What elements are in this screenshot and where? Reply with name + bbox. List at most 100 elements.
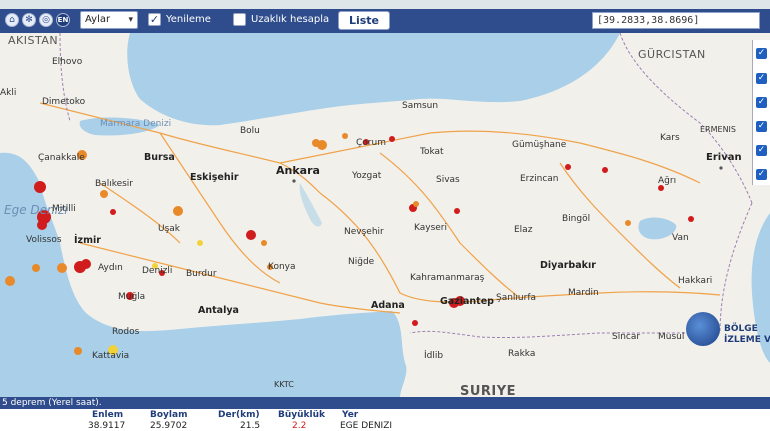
quake-marker[interactable] [37, 220, 47, 230]
place-label-akli: Akli [0, 88, 17, 98]
layer-checkbox[interactable]: ✓ [756, 73, 767, 84]
place-label-elaz: Elaz [514, 225, 533, 235]
cell-lon: 25.9702 [150, 421, 188, 431]
earthquake-list: 5 deprem (Yerel saat). Enlem Boylam Der(… [0, 397, 770, 431]
place-label-yozgat: Yozgat [352, 171, 382, 181]
quake-marker[interactable] [110, 209, 116, 215]
quake-marker[interactable] [100, 190, 108, 198]
place-label-idlib: İdlib [424, 351, 444, 361]
chevron-down-icon: ▾ [128, 15, 133, 25]
place-label-tokat: Tokat [420, 147, 444, 157]
place-label-mitilli: Mitilli [52, 204, 76, 214]
sea-label-marmara: Marmara Denizi [100, 119, 172, 129]
place-label-denizli: Denizli [142, 266, 173, 276]
place-label-gaziantep: Gaziantep [440, 296, 494, 307]
layer-checkbox[interactable]: ✓ [756, 169, 767, 180]
place-label-kattavia: Kattavia [92, 351, 130, 361]
place-label-izmir: İzmir [74, 235, 101, 246]
column-header-loc[interactable]: Yer [342, 410, 358, 420]
distance-label: Uzaklık hesapla [251, 14, 330, 25]
quake-marker[interactable] [413, 201, 419, 207]
place-label-burdur: Burdur [186, 269, 217, 279]
layer-checkbox[interactable]: ✓ [756, 121, 767, 132]
place-label-mardin: Mardin [568, 288, 599, 298]
kandilli-logo [686, 312, 720, 346]
place-label-samsun: Samsun [402, 101, 439, 111]
country-label-akistan: AKISTAN [8, 34, 59, 47]
place-label-ermenis: ERMENIS [700, 125, 736, 134]
layer-checkbox[interactable]: ✓ [756, 145, 767, 156]
place-label-ankara: Ankara [276, 164, 320, 177]
column-header-depth[interactable]: Der(km) [218, 410, 260, 420]
refresh-label: Yenileme [166, 14, 211, 25]
layer-panel: ✓ ✓ ✓ ✓ ✓ ✓ [752, 40, 770, 185]
map-canvas [0, 33, 770, 398]
place-label-bingol: Bingöl [562, 214, 591, 224]
quake-marker[interactable] [688, 216, 694, 222]
quake-marker[interactable] [625, 220, 631, 226]
place-label-hakkari: Hakkari [678, 276, 713, 286]
logo-text-line2: İZLEME V [724, 335, 770, 345]
quake-marker[interactable] [602, 167, 608, 173]
place-label-aydin: Aydın [98, 263, 123, 273]
country-label-gurcistan: GÜRCISTAN [638, 48, 706, 61]
cell-depth: 21.5 [240, 421, 261, 431]
column-header-lat[interactable]: Enlem [92, 410, 123, 420]
place-label-adana: Adana [371, 300, 405, 311]
home-icon[interactable]: ⌂ [5, 13, 19, 27]
column-header-lon[interactable]: Boylam [150, 410, 187, 420]
layer-checkbox[interactable]: ✓ [756, 48, 767, 59]
place-label-kktc: KKTC [274, 380, 294, 389]
quake-marker[interactable] [173, 206, 183, 216]
place-label-gumushane: Gümüşhane [512, 140, 567, 150]
quake-marker[interactable] [246, 230, 256, 240]
earthquake-map[interactable]: AKISTAN GÜRCISTAN SURIYE Marmara Denizi … [0, 33, 770, 398]
place-label-sanliurfa: Şanlıurfa [496, 293, 537, 303]
place-label-rodos: Rodos [112, 327, 140, 337]
quake-marker[interactable] [261, 240, 267, 246]
place-label-eskisehir: Eskişehir [190, 172, 239, 183]
place-label-nigde: Niğde [348, 257, 375, 267]
column-header-mag[interactable]: Büyüklük [278, 410, 325, 420]
layer-checkbox[interactable]: ✓ [756, 97, 767, 108]
quake-marker[interactable] [197, 240, 203, 246]
quake-marker[interactable] [57, 263, 67, 273]
place-label-antalya: Antalya [198, 305, 239, 316]
place-label-mugla: Muğla [118, 292, 146, 302]
quake-marker[interactable] [565, 164, 571, 170]
place-label-konya: Konya [268, 262, 296, 272]
quake-marker[interactable] [34, 181, 46, 193]
place-label-usak: Uşak [158, 224, 181, 234]
quake-marker[interactable] [454, 208, 460, 214]
globe-icon[interactable]: ◎ [39, 13, 53, 27]
quake-marker[interactable] [32, 264, 40, 272]
place-label-sivas: Sivas [436, 175, 460, 185]
language-icon[interactable]: EN [56, 13, 70, 27]
settings-icon[interactable]: ✻ [22, 13, 36, 27]
place-label-balikesir: Balıkesir [95, 179, 134, 189]
place-label-kahramanmaras: Kahramanmaraş [410, 273, 485, 283]
quake-marker[interactable] [317, 140, 327, 150]
period-select[interactable]: Aylar ▾ [80, 11, 138, 29]
refresh-checkbox[interactable]: ✓ [148, 13, 161, 26]
map-toolbar: ⌂ ✻ ◎ EN Aylar ▾ ✓ Yenileme Uzaklık hesa… [0, 9, 770, 33]
place-label-elhovo: Elhovo [52, 57, 83, 67]
quake-marker[interactable] [412, 320, 418, 326]
place-label-volissos: Volissos [26, 235, 62, 245]
distance-checkbox[interactable] [233, 13, 246, 26]
place-label-musul: Musul [658, 332, 685, 342]
place-label-dimetoko: Dimetoko [42, 97, 86, 107]
place-label-bursa: Bursa [144, 152, 175, 163]
quake-marker[interactable] [74, 261, 86, 273]
quake-marker[interactable] [342, 133, 348, 139]
quake-marker[interactable] [74, 347, 82, 355]
cell-lat: 38.9117 [88, 421, 126, 431]
list-button[interactable]: Liste [338, 11, 390, 30]
logo-text-line1: BÖLGE [724, 324, 758, 334]
coordinates-display: [39.2833,38.8696] [592, 12, 760, 29]
place-label-corum: Çorum [356, 138, 386, 148]
quake-marker[interactable] [389, 136, 395, 142]
place-label-nevsehir: Nevşehir [344, 227, 384, 237]
quake-marker[interactable] [5, 276, 15, 286]
place-label-diyarbakir: Diyarbakır [540, 260, 596, 271]
